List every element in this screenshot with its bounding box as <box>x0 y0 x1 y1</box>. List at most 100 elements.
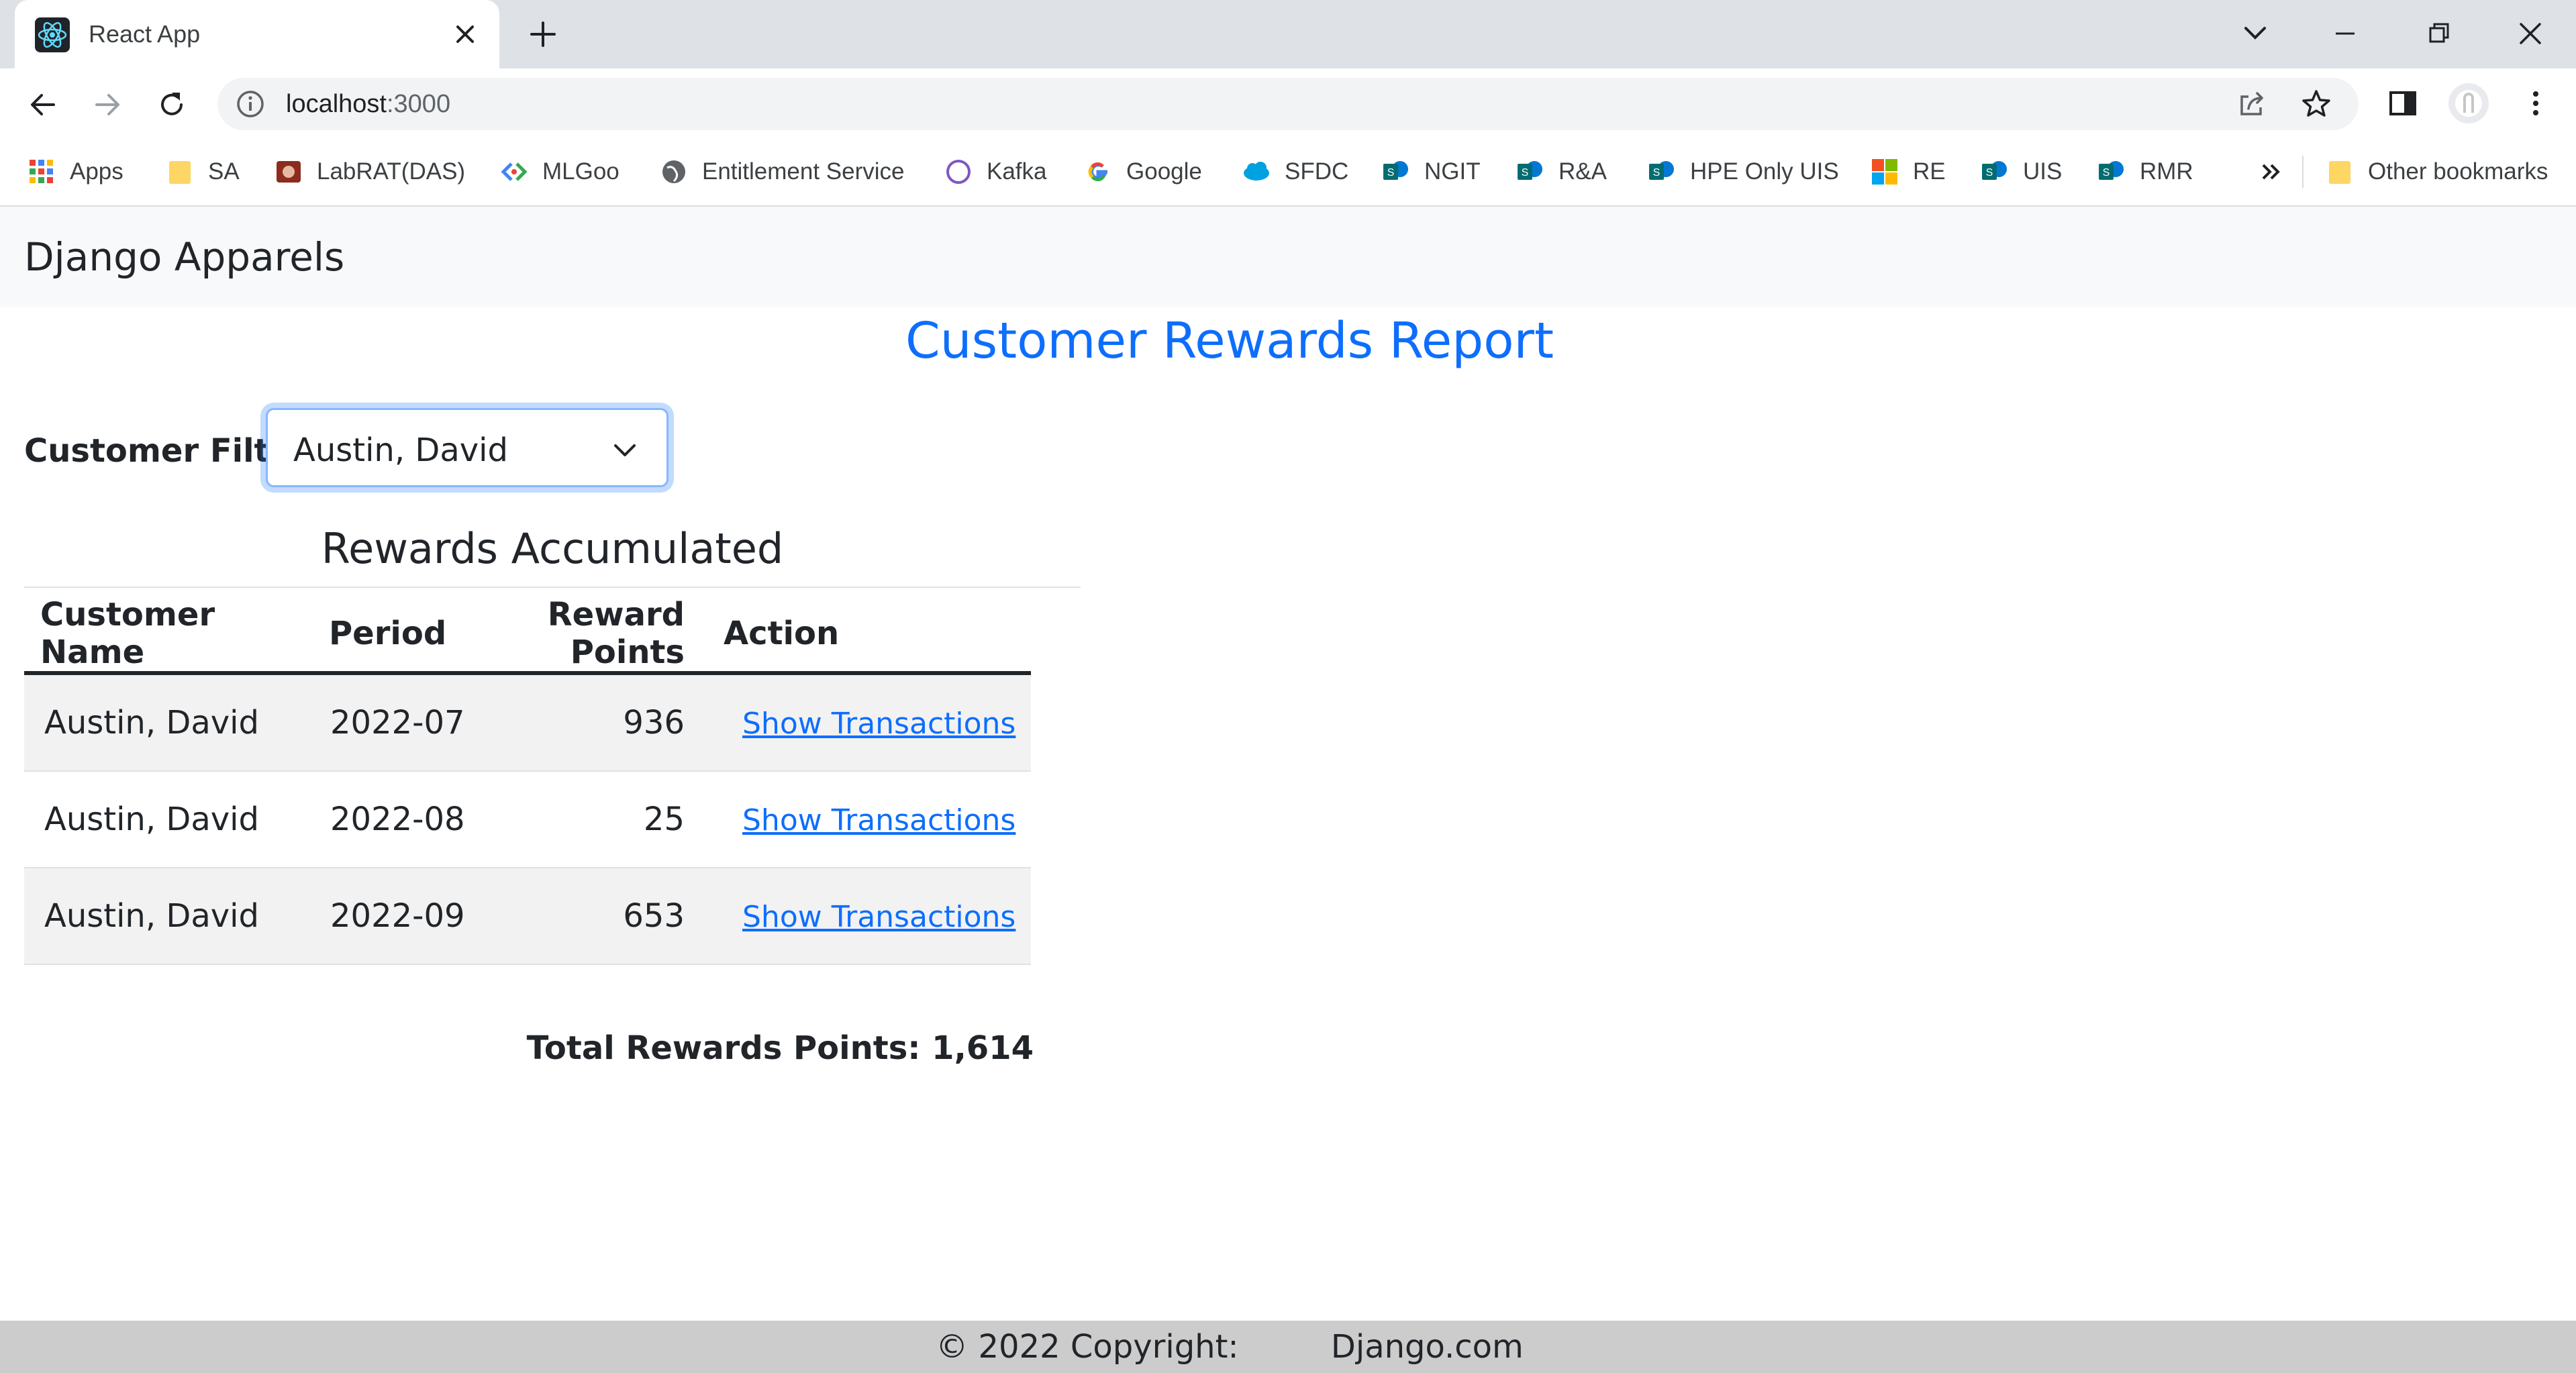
bookmark-apps[interactable]: Apps <box>27 152 123 192</box>
bookmark-entitlement-service[interactable]: Entitlement Service <box>659 152 905 192</box>
bookmarks-divider <box>2302 156 2303 188</box>
bookmark-label: RE <box>1913 158 1946 185</box>
column-header-action: Action <box>705 596 1031 675</box>
cell-period: 2022-08 <box>310 771 483 868</box>
bookmark-sa[interactable]: SA <box>165 152 240 192</box>
rewards-table: Customer Name Period Reward Points Actio… <box>24 596 1031 965</box>
reload-icon[interactable] <box>152 85 192 125</box>
browser-menu-icon[interactable] <box>2517 85 2555 122</box>
show-transactions-link[interactable]: Show Transactions <box>742 803 1015 837</box>
svg-text:S: S <box>1387 167 1395 179</box>
customer-filter-value: Austin, David <box>293 431 508 469</box>
sharepoint-icon: S <box>1982 161 2007 180</box>
bookmark-label: LabRAT(DAS) <box>317 158 466 185</box>
cell-period: 2022-09 <box>310 868 483 965</box>
bookmark-r-and-a[interactable]: S R&A <box>1516 152 1607 192</box>
browser-tab[interactable]: React App <box>15 0 499 68</box>
share-icon[interactable] <box>2235 87 2269 121</box>
table-row: Austin, David 2022-08 25 Show Transactio… <box>24 771 1031 868</box>
bookmarks-bar: Apps SA LabRAT(DAS) MLGoo Entitlement Se… <box>0 140 2576 207</box>
bookmark-label: Apps <box>70 158 123 185</box>
total-rewards-points: Total Rewards Points: 1,614 <box>526 1029 1034 1067</box>
react-logo-icon <box>35 17 70 52</box>
cell-customer-name: Austin, David <box>24 771 310 868</box>
restore-icon[interactable] <box>2419 13 2459 54</box>
bookmark-other-bookmarks[interactable]: Other bookmarks <box>2325 152 2548 192</box>
svg-text:S: S <box>1522 167 1529 179</box>
more-bookmarks-chevron-icon[interactable] <box>2254 153 2287 191</box>
bookmark-label: Kafka <box>987 158 1047 185</box>
copyright-text: © 2022 Copyright: Django.com <box>936 1328 1524 1366</box>
table-row: Austin, David 2022-07 936 Show Transacti… <box>24 673 1031 772</box>
table-row: Austin, David 2022-09 653 Show Transacti… <box>24 868 1031 965</box>
brand-link[interactable]: Django Apparels <box>24 234 344 281</box>
address-bar[interactable]: localhost:3000 <box>217 78 2359 130</box>
bookmark-rmr[interactable]: S RMR <box>2097 152 2193 192</box>
bookmark-label: Entitlement Service <box>702 158 905 185</box>
close-window-icon[interactable] <box>2510 13 2550 54</box>
cell-action: Show Transactions <box>705 771 1031 868</box>
bookmark-star-icon[interactable] <box>2299 87 2333 121</box>
browser-toolbar: localhost:3000 <box>0 68 2576 140</box>
salesforce-cloud-icon <box>1244 162 1269 181</box>
cell-period: 2022-07 <box>310 673 483 772</box>
cell-action: Show Transactions <box>705 868 1031 965</box>
bookmark-label: MLGoo <box>542 158 620 185</box>
site-info-icon[interactable] <box>235 89 266 119</box>
bookmark-kafka[interactable]: Kafka <box>944 152 1047 192</box>
show-transactions-link[interactable]: Show Transactions <box>742 707 1015 741</box>
tab-search-chevron-icon[interactable] <box>2235 13 2275 54</box>
profile-avatar-icon[interactable] <box>2447 82 2490 125</box>
column-header-period: Period <box>310 596 483 675</box>
side-panel-icon[interactable] <box>2384 85 2422 122</box>
apps-grid-icon <box>30 160 53 183</box>
cell-customer-name: Austin, David <box>24 868 310 965</box>
customer-filter-select[interactable]: Austin, David <box>266 408 668 487</box>
google-icon <box>1088 162 1107 181</box>
bookmark-label: Google <box>1126 158 1202 185</box>
bookmark-label: R&A <box>1558 158 1607 185</box>
browser-tabstrip: React App <box>0 0 2576 68</box>
folder-icon <box>2329 161 2350 184</box>
customer-filter-label: Customer Filter <box>24 432 307 470</box>
kafka-icon <box>946 160 971 184</box>
table-header-row: Customer Name Period Reward Points Actio… <box>24 596 1031 675</box>
bookmark-sfdc[interactable]: SFDC <box>1242 152 1348 192</box>
tab-title: React App <box>89 20 201 48</box>
cell-reward-points: 653 <box>483 868 705 965</box>
labrat-icon <box>277 161 301 183</box>
bookmark-mlgoo[interactable]: MLGoo <box>499 152 620 192</box>
chevron-down-icon <box>614 444 636 456</box>
back-icon[interactable] <box>23 85 63 125</box>
sharepoint-icon: S <box>1649 161 1674 180</box>
cell-reward-points: 25 <box>483 771 705 868</box>
minimize-icon[interactable] <box>2325 13 2365 54</box>
cell-customer-name: Austin, David <box>24 673 310 772</box>
bookmark-label: RMR <box>2140 158 2193 185</box>
show-transactions-link[interactable]: Show Transactions <box>742 900 1015 934</box>
new-tab-icon[interactable] <box>525 16 561 52</box>
bookmark-label: UIS <box>2023 158 2063 185</box>
url-text[interactable]: localhost:3000 <box>286 87 450 121</box>
column-header-reward-points: Reward Points <box>483 596 705 675</box>
globe-icon <box>662 160 685 183</box>
microsoft-icon <box>1872 159 1897 185</box>
mlgoo-icon <box>501 162 528 181</box>
cell-reward-points: 936 <box>483 673 705 772</box>
close-tab-icon[interactable] <box>448 17 482 51</box>
cell-action: Show Transactions <box>705 673 1031 772</box>
bookmark-ngit[interactable]: S NGIT <box>1381 152 1481 192</box>
bookmark-label: SA <box>208 158 240 185</box>
forward-icon[interactable] <box>87 85 128 125</box>
sharepoint-icon: S <box>1383 161 1408 180</box>
page-title: Customer Rewards Report <box>905 312 1554 370</box>
app-navbar: Django Apparels <box>0 207 2576 307</box>
section-divider <box>24 587 1081 588</box>
bookmark-label: Other bookmarks <box>2368 158 2548 185</box>
bookmark-google[interactable]: Google <box>1083 152 1202 192</box>
bookmark-hpe-only-uis[interactable]: S HPE Only UIS <box>1647 152 1839 192</box>
bookmark-uis[interactable]: S UIS <box>1980 152 2062 192</box>
bookmark-labrat[interactable]: LabRAT(DAS) <box>274 152 465 192</box>
bookmark-re[interactable]: RE <box>1870 152 1946 192</box>
bookmark-label: SFDC <box>1285 158 1349 185</box>
